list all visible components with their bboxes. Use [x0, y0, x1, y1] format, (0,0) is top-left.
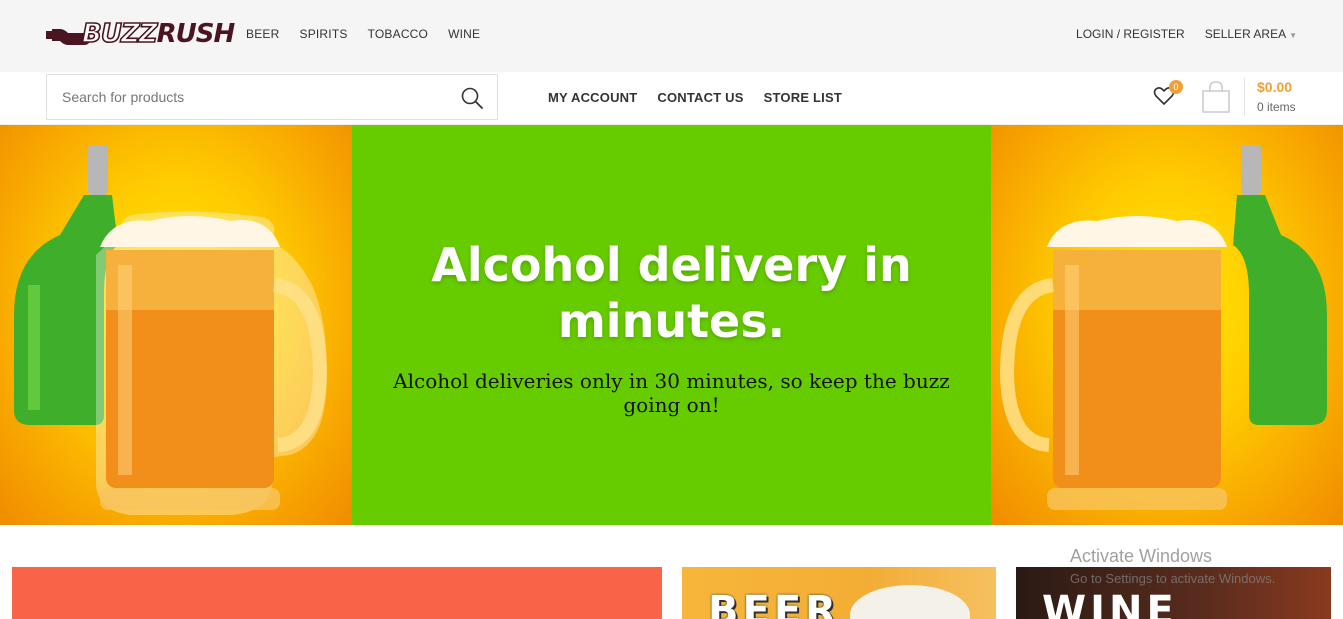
search-input[interactable] — [47, 75, 447, 119]
hero-beer-image-left — [0, 125, 352, 525]
beer-mug-and-bottle-illustration — [14, 145, 328, 515]
cart-divider — [1244, 78, 1245, 116]
cart-item-count[interactable]: 0 items — [1257, 100, 1296, 114]
wishlist-button[interactable]: 0 — [1153, 80, 1183, 108]
hero-beer-image-right — [991, 125, 1343, 525]
logo-text: BUZZRUSH — [81, 18, 235, 50]
category-card-promo[interactable] — [12, 567, 662, 619]
hero-subtitle: Alcohol deliveries only in 30 minutes, s… — [393, 369, 950, 417]
top-nav-spirits[interactable]: SPIRITS — [299, 27, 347, 41]
chevron-down-icon: ▼ — [1289, 31, 1297, 40]
nav-my-account[interactable]: MY ACCOUNT — [548, 90, 637, 105]
top-nav-wine[interactable]: WINE — [448, 27, 480, 41]
top-bar: BUZZRUSH BEER SPIRITS TOBACCO WINE LOGIN… — [0, 0, 1343, 72]
category-card-label: WINE — [1042, 588, 1178, 619]
cart-total[interactable]: $0.00 — [1257, 79, 1292, 95]
category-card-beer[interactable]: BEER — [682, 567, 996, 619]
activate-windows-watermark-title: Activate Windows — [1070, 546, 1213, 566]
top-category-nav: BEER SPIRITS TOBACCO WINE — [246, 27, 480, 41]
beer-mug-and-bottle-illustration — [999, 145, 1327, 510]
hero-message-panel: Alcohol delivery in minutes. Alcohol del… — [352, 125, 991, 525]
nav-store-list[interactable]: STORE LIST — [764, 90, 842, 105]
nav-contact-us[interactable]: CONTACT US — [657, 90, 743, 105]
brand-logo[interactable]: BUZZRUSH — [46, 18, 235, 50]
seller-area-menu[interactable]: SELLER AREA ▼ — [1205, 27, 1297, 41]
category-card-label: BEER — [708, 588, 840, 619]
top-nav-tobacco[interactable]: TOBACCO — [368, 27, 429, 41]
top-nav-beer[interactable]: BEER — [246, 27, 279, 41]
hero-title: Alcohol delivery in minutes. — [431, 238, 912, 348]
wishlist-count-badge: 0 — [1169, 80, 1183, 94]
activate-windows-watermark-subtitle: Go to Settings to activate Windows. — [1070, 571, 1276, 586]
beer-foam-image — [850, 585, 970, 619]
login-register-link[interactable]: LOGIN / REGISTER — [1076, 27, 1185, 41]
search-box — [46, 74, 498, 120]
shopping-bag-icon[interactable] — [1201, 80, 1231, 114]
seller-area-label: SELLER AREA — [1204, 27, 1287, 41]
hero-banner: Alcohol delivery in minutes. Alcohol del… — [0, 125, 1343, 525]
main-nav: MY ACCOUNT CONTACT US STORE LIST — [548, 90, 842, 105]
search-icon[interactable] — [461, 87, 483, 109]
header-nav-bar: MY ACCOUNT CONTACT US STORE LIST 0 $0.00… — [0, 72, 1343, 125]
account-links: LOGIN / REGISTER SELLER AREA ▼ — [1076, 27, 1297, 41]
